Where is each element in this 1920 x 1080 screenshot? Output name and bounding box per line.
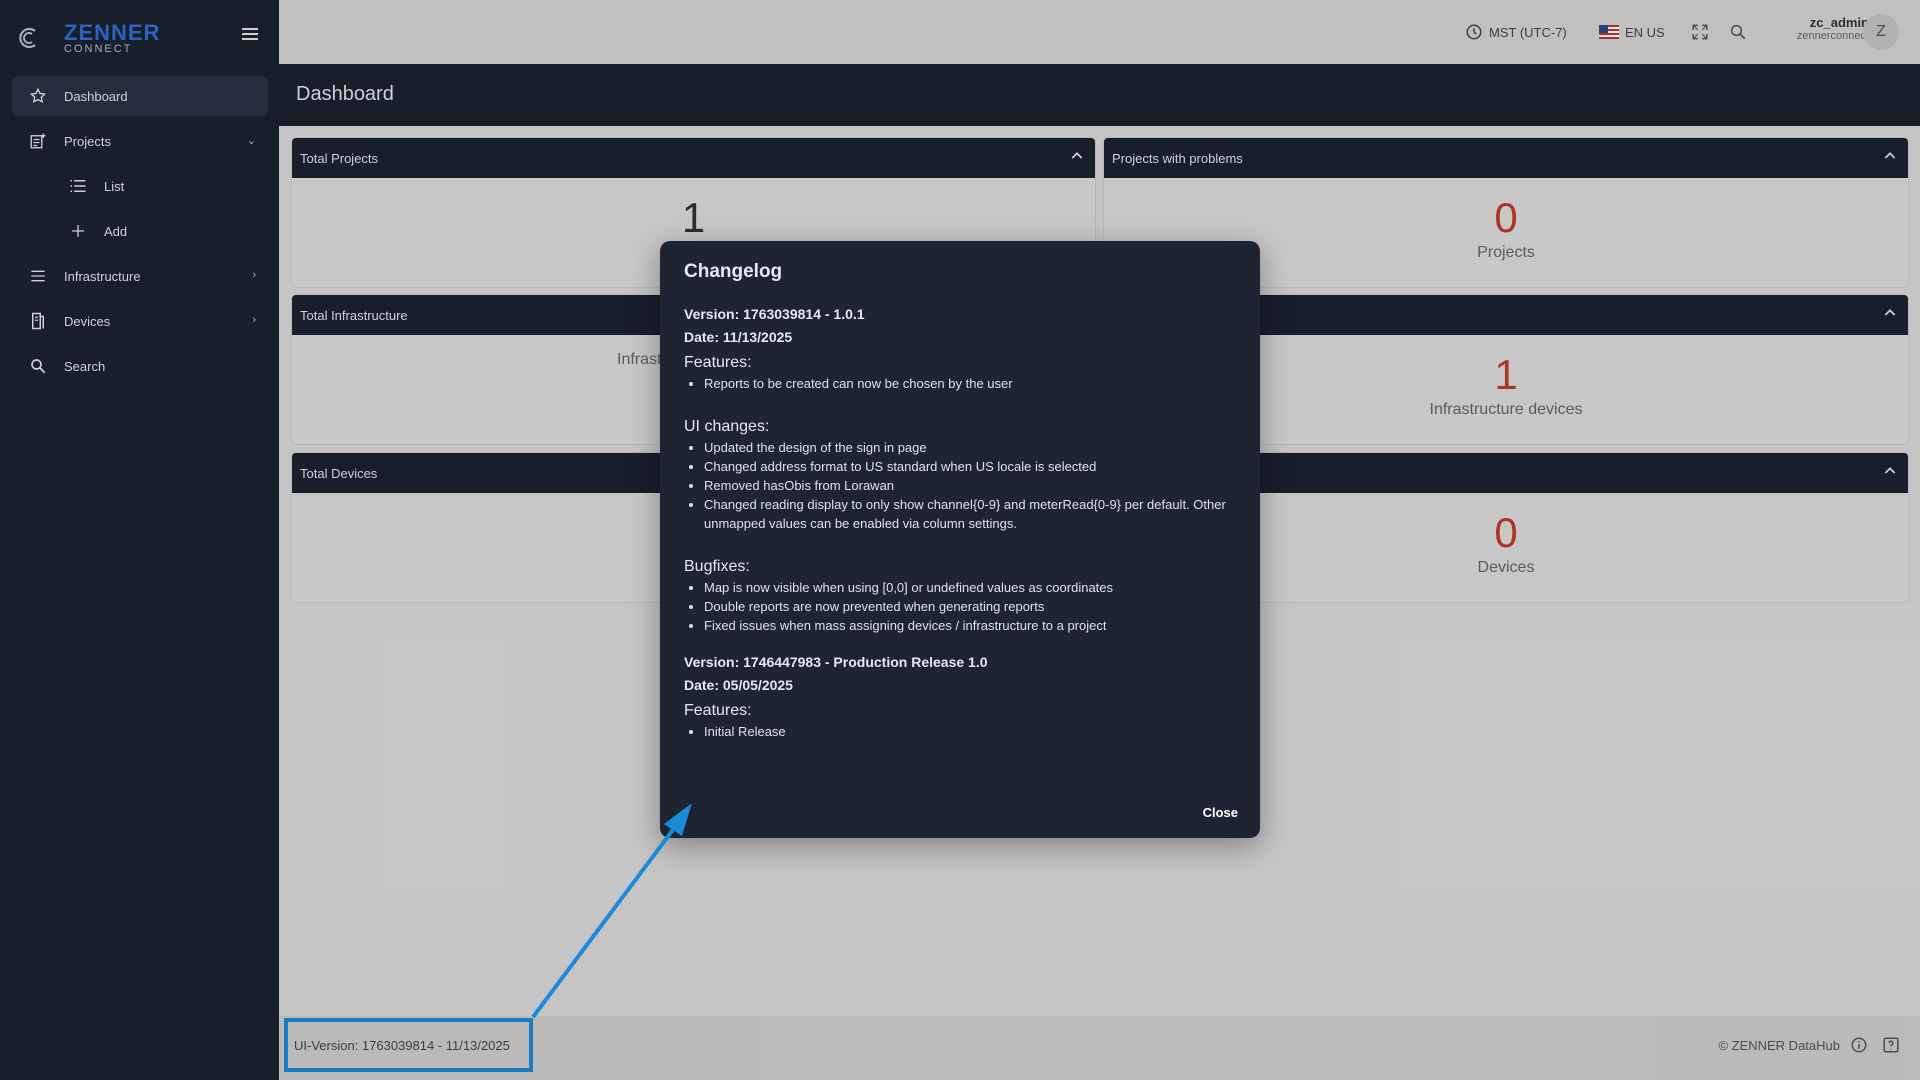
topbar: MST (UTC-7) EN US zc_admin zennerconnect… <box>279 0 1920 64</box>
sidebar-item-label: Dashboard <box>64 88 128 104</box>
project-icon <box>28 131 48 151</box>
card-value: 0 <box>1494 194 1518 241</box>
features-list: Reports to be created can now be chosen … <box>684 374 1240 393</box>
card-title: Total Infrastructure <box>300 307 408 323</box>
ui-changes-heading: UI changes: <box>684 418 770 435</box>
dialog-title: Changelog <box>684 261 783 282</box>
changelog-content: Version: 1763039814 - 1.0.1 Date: 11/13/… <box>684 305 1240 741</box>
global-search-button[interactable] <box>1729 0 1747 64</box>
search-icon <box>1730 24 1746 40</box>
close-button[interactable]: Close <box>1203 805 1238 820</box>
features-heading: Features: <box>684 702 752 719</box>
list-item: Double reports are now prevented when ge… <box>704 597 1240 616</box>
version-date: Date: 11/13/2025 <box>684 329 793 345</box>
sidebar: ZENNER CONNECT Dashboard Projects ⌄ List <box>0 0 279 1080</box>
sidebar-item-dashboard[interactable]: Dashboard <box>12 76 268 116</box>
page-header: Dashboard <box>279 64 1920 126</box>
language-selector[interactable]: EN US <box>1599 0 1665 64</box>
sidebar-item-label: Add <box>104 223 128 239</box>
version-heading: Version: 1763039814 - 1.0.1 <box>684 306 865 322</box>
sidebar-item-label: Projects <box>64 133 111 149</box>
version-heading: Version: 1746447983 - Production Release… <box>684 654 988 670</box>
chevron-up-icon[interactable] <box>1882 463 1898 479</box>
sidebar-item-list[interactable]: List <box>12 166 268 206</box>
sidebar-item-search[interactable]: Search <box>12 346 268 386</box>
avatar[interactable]: Z <box>1863 14 1899 50</box>
chevron-up-icon[interactable] <box>1069 148 1085 164</box>
list-item: Fixed issues when mass assigning devices… <box>704 616 1240 635</box>
user-name: zc_admin <box>1809 15 1869 30</box>
info-icon[interactable] <box>1850 1036 1868 1054</box>
list-item: Changed address format to US standard wh… <box>704 457 1240 476</box>
star-icon <box>28 86 48 106</box>
fullscreen-button[interactable] <box>1691 0 1709 64</box>
sidebar-item-label: Devices <box>64 313 111 329</box>
version-date: Date: 05/05/2025 <box>684 677 793 693</box>
clock-icon <box>1466 24 1482 40</box>
sidebar-item-devices[interactable]: Devices › <box>12 301 268 341</box>
device-icon <box>28 311 48 331</box>
timezone-selector[interactable]: MST (UTC-7) <box>1465 0 1567 64</box>
bugfixes-list: Map is now visible when using [0,0] or u… <box>684 578 1240 635</box>
hamburger-menu-icon[interactable] <box>242 28 258 42</box>
logo[interactable]: ZENNER CONNECT <box>16 18 246 58</box>
card-value: 1 <box>681 194 706 241</box>
user-org: zennerconnect <box>1796 30 1869 42</box>
timezone-label: MST (UTC-7) <box>1489 24 1567 40</box>
sidebar-item-label: Infrastructure <box>64 268 141 284</box>
sidebar-nav: Dashboard Projects ⌄ List Add Infrastruc… <box>12 76 268 391</box>
page-title: Dashboard <box>296 83 394 105</box>
card-title: Total Devices <box>300 465 378 481</box>
chevron-down-icon: ⌄ <box>246 135 256 147</box>
sidebar-item-add[interactable]: Add <box>12 211 268 251</box>
changelog-dialog: Changelog Version: 1763039814 - 1.0.1 Da… <box>660 241 1260 838</box>
footer: UI-Version: 1763039814 - 11/13/2025 © ZE… <box>279 1016 1920 1080</box>
list-item: Removed hasObis from Lorawan <box>704 476 1240 495</box>
card-title: Projects with problems <box>1112 150 1243 166</box>
menu-icon <box>28 266 48 286</box>
sidebar-item-infrastructure[interactable]: Infrastructure › <box>12 256 268 296</box>
zenner-logo-icon <box>19 27 36 49</box>
chevron-right-icon: › <box>252 269 256 281</box>
brand-sub: CONNECT <box>64 43 133 55</box>
us-flag-icon <box>1599 25 1619 39</box>
ui-changes-list: Updated the design of the sign in page C… <box>684 438 1240 533</box>
card-header: Projects with problems <box>1104 138 1908 178</box>
fullscreen-icon <box>1692 24 1708 40</box>
search-icon <box>28 356 48 376</box>
sidebar-item-label: List <box>104 178 125 194</box>
list-item: Updated the design of the sign in page <box>704 438 1240 457</box>
chevron-up-icon[interactable] <box>1882 148 1898 164</box>
list-icon <box>68 176 88 196</box>
footer-right: © ZENNER DataHub <box>1718 1036 1900 1054</box>
help-icon[interactable] <box>1882 1036 1900 1054</box>
features-list: Initial Release <box>684 722 1240 741</box>
card-header: Total Projects <box>292 138 1095 178</box>
sidebar-item-label: Search <box>64 358 106 374</box>
chevron-up-icon[interactable] <box>1882 305 1898 321</box>
bugfixes-heading: Bugfixes: <box>684 558 750 575</box>
user-avatar-wrap[interactable]: Z <box>1863 0 1899 64</box>
user-info[interactable]: zc_admin zennerconnect <box>1769 0 1869 64</box>
list-item: Changed reading display to only show cha… <box>704 495 1240 533</box>
plus-icon <box>68 221 88 241</box>
features-heading: Features: <box>684 354 752 371</box>
list-item: Reports to be created can now be chosen … <box>704 374 1240 393</box>
copyright-label: © ZENNER DataHub <box>1718 1037 1840 1053</box>
ui-version-label: UI-Version: 1763039814 - 11/13/2025 <box>294 1037 510 1053</box>
ui-version-link[interactable]: UI-Version: 1763039814 - 11/13/2025 <box>284 1018 533 1072</box>
list-item: Initial Release <box>704 722 1240 741</box>
card-title: Total Projects <box>300 150 379 166</box>
sidebar-item-projects[interactable]: Projects ⌄ <box>12 121 268 161</box>
chevron-right-icon: › <box>252 314 256 326</box>
list-item: Map is now visible when using [0,0] or u… <box>704 578 1240 597</box>
language-label: EN US <box>1625 24 1665 40</box>
